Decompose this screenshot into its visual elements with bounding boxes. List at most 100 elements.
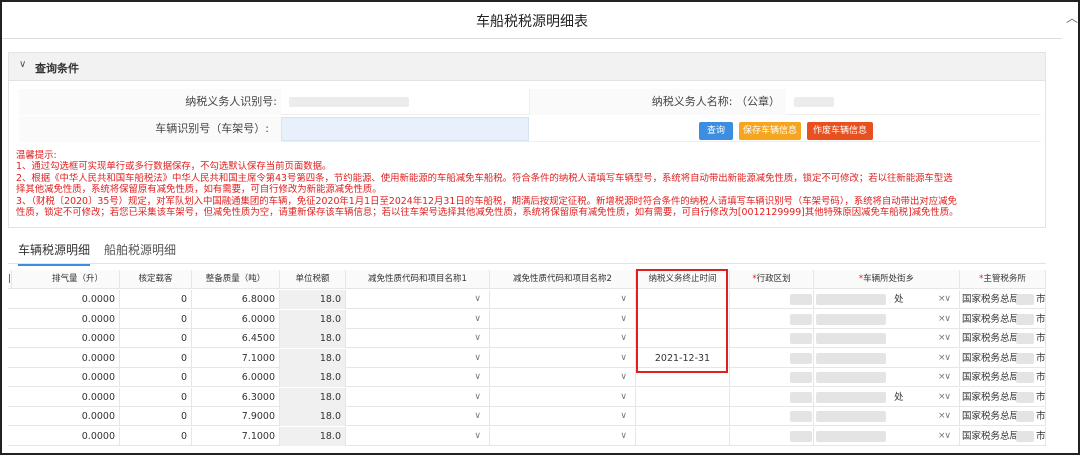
table-row[interactable]: 0.0000 0 6.0000 18.0 ∨ ∨ × ∨ 国家税务总局市 [8,368,1046,387]
cell-rated-load[interactable]: 0 [120,407,192,426]
cell-admin-region[interactable] [730,426,814,446]
cell-tax-office[interactable]: 国家税务总局 市 [960,290,1046,309]
chevron-down-icon[interactable]: ∨ [474,388,481,407]
cell-admin-region[interactable] [730,387,814,407]
table-row[interactable]: 0.0000 0 7.9000 18.0 ∨ ∨ × ∨ 国家税务总局市 [8,407,1046,426]
street-select[interactable]: 处 × ∨ [814,290,960,309]
chevron-down-icon[interactable]: ∨ [474,310,481,329]
chevron-down-icon[interactable]: ∨ [620,368,627,387]
street-select[interactable]: 处 × ∨ [814,387,960,407]
cell-curb-weight[interactable]: 6.3000 [192,387,280,407]
cell-rated-load[interactable]: 0 [120,426,192,446]
chevron-down-icon[interactable]: ∨ [944,329,951,348]
street-select[interactable]: × ∨ [814,348,960,368]
cell-rated-load[interactable]: 0 [120,290,192,309]
cell-displacement[interactable]: 0.0000 [36,368,120,387]
cell-tax-office[interactable]: 国家税务总局 市 [960,309,1046,329]
save-vehicle-button[interactable]: 保存车辆信息 [739,122,801,140]
chevron-down-icon[interactable]: ∨ [620,290,627,309]
street-select[interactable]: × ∨ [814,407,960,426]
exemption1-select[interactable]: ∨ [346,309,490,329]
chevron-down-icon[interactable]: ∨ [944,349,951,368]
query-panel-header[interactable]: ∨ 查询条件 [9,53,1045,81]
query-button[interactable]: 查询 [699,122,733,140]
cell-end-time[interactable] [636,329,730,348]
chevron-up-icon[interactable]: ︿ [1064,10,1078,26]
cell-rated-load[interactable]: 0 [120,309,192,329]
cell-admin-region[interactable] [730,329,814,348]
cell-displacement[interactable]: 0.0000 [36,329,120,348]
chevron-down-icon[interactable]: ∨ [944,427,951,446]
table-row[interactable]: 0.0000 0 7.1000 18.0 ∨ ∨ × ∨ 国家税务总局市 [8,426,1046,446]
exemption1-select[interactable]: ∨ [346,368,490,387]
cell-end-time[interactable] [636,426,730,446]
cell-tax-office[interactable]: 国家税务总局 市 [960,387,1046,407]
exemption1-select[interactable]: ∨ [346,387,490,407]
chevron-down-icon[interactable]: ∨ [474,290,481,309]
cell-displacement[interactable]: 0.0000 [36,387,120,407]
exemption2-select[interactable]: ∨ [490,329,636,348]
cell-tax-office[interactable]: 国家税务总局 市 [960,348,1046,368]
exemption2-select[interactable]: ∨ [490,426,636,446]
cell-tax-office[interactable]: 国家税务总局 市 [960,407,1046,426]
taxpayer-id-field[interactable] [281,89,529,115]
vehicle-id-input[interactable] [281,117,529,141]
exemption1-select[interactable]: ∨ [346,329,490,348]
chevron-down-icon[interactable]: ∨ [474,427,481,446]
cell-curb-weight[interactable]: 7.9000 [192,407,280,426]
chevron-down-icon[interactable]: ∨ [944,407,951,426]
chevron-down-icon[interactable]: ∨ [474,349,481,368]
cell-rated-load[interactable]: 0 [120,387,192,407]
tab-vessel[interactable]: 船舶税源明细 [104,241,176,264]
cell-curb-weight[interactable]: 6.0000 [192,309,280,329]
cell-displacement[interactable]: 0.0000 [36,290,120,309]
chevron-down-icon[interactable]: ∨ [620,427,627,446]
exemption2-select[interactable]: ∨ [490,309,636,329]
cell-end-time[interactable] [636,309,730,329]
cell-admin-region[interactable] [730,407,814,426]
chevron-down-icon[interactable]: ∨ [944,310,951,329]
table-row[interactable]: 0.0000 0 7.1000 18.0 ∨ ∨ 2021-12-31 × ∨ 国家税务总局 市 [8,348,1046,368]
chevron-down-icon[interactable]: ∨ [19,59,26,70]
chevron-down-icon[interactable]: ∨ [944,388,951,407]
void-vehicle-button[interactable]: 作废车辆信息 [807,122,873,140]
cell-curb-weight[interactable]: 7.1000 [192,426,280,446]
chevron-down-icon[interactable]: ∨ [620,329,627,348]
cell-curb-weight[interactable]: 6.8000 [192,290,280,309]
street-select[interactable]: × ∨ [814,309,960,329]
tab-vehicle[interactable]: 车辆税源明细 [18,241,91,266]
chevron-down-icon[interactable]: ∨ [474,368,481,387]
cell-end-time[interactable] [636,368,730,387]
cell-rated-load[interactable]: 0 [120,368,192,387]
cell-admin-region[interactable] [730,348,814,368]
chevron-down-icon[interactable]: ∨ [944,368,951,387]
cell-end-time[interactable]: 2021-12-31 [636,348,730,368]
cell-admin-region[interactable] [730,290,814,309]
table-row[interactable]: 0.0000 0 6.0000 18.0 ∨ ∨ × ∨ 国家税务总局市 [8,309,1046,329]
cell-displacement[interactable]: 0.0000 [36,309,120,329]
street-select[interactable]: × ∨ [814,426,960,446]
exemption2-select[interactable]: ∨ [490,348,636,368]
cell-admin-region[interactable] [730,368,814,387]
cell-end-time[interactable] [636,387,730,407]
exemption2-select[interactable]: ∨ [490,290,636,309]
exemption1-select[interactable]: ∨ [346,348,490,368]
cell-curb-weight[interactable]: 6.0000 [192,368,280,387]
exemption2-select[interactable]: ∨ [490,387,636,407]
cell-displacement[interactable]: 0.0000 [36,348,120,368]
cell-rated-load[interactable]: 0 [120,329,192,348]
street-select[interactable]: × ∨ [814,368,960,387]
table-row[interactable]: 0.0000 0 6.4500 18.0 ∨ ∨ × ∨ 国家税务总局市 [8,329,1046,348]
cell-curb-weight[interactable]: 6.4500 [192,329,280,348]
exemption2-select[interactable]: ∨ [490,368,636,387]
street-select[interactable]: × ∨ [814,329,960,348]
exemption1-select[interactable]: ∨ [346,407,490,426]
cell-displacement[interactable]: 0.0000 [36,426,120,446]
chevron-down-icon[interactable]: ∨ [620,310,627,329]
chevron-down-icon[interactable]: ∨ [474,329,481,348]
cell-end-time[interactable] [636,290,730,309]
cell-curb-weight[interactable]: 7.1000 [192,348,280,368]
cell-tax-office[interactable]: 国家税务总局 市 [960,329,1046,348]
chevron-down-icon[interactable]: ∨ [474,407,481,426]
table-row[interactable]: 0.0000 0 6.8000 18.0 ∨ ∨ 处 × ∨ 国家税务总局市 [8,290,1046,309]
